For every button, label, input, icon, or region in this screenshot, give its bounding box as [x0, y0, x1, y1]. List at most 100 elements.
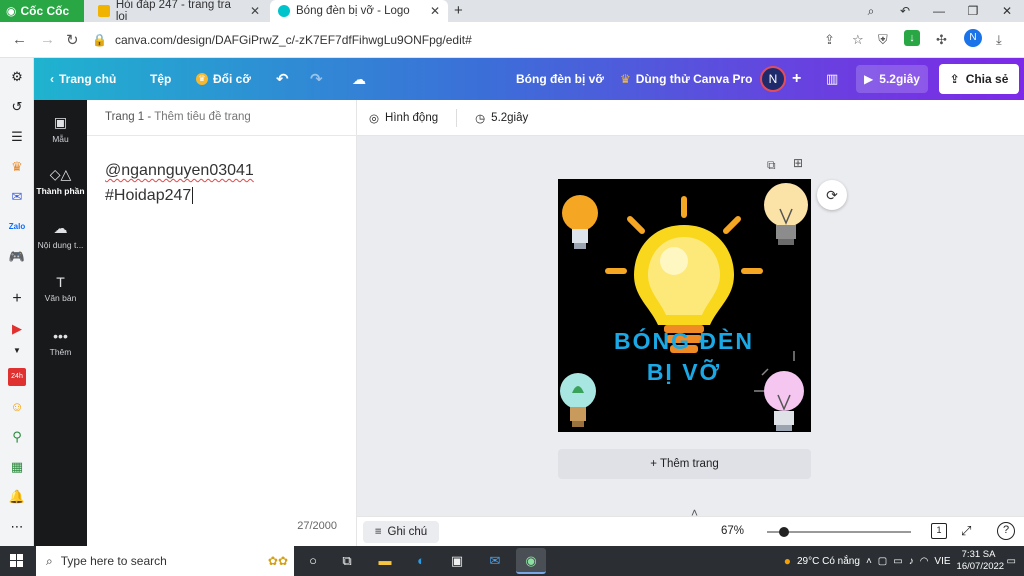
duration-button[interactable]: ◷ 5.2giây — [475, 111, 528, 125]
coccoc-taskbar-icon[interactable]: ◉ — [516, 548, 546, 574]
design-canvas[interactable]: BÓNG ĐÈN BỊ VỠ — [558, 179, 811, 432]
close-icon[interactable]: ✕ — [250, 4, 260, 18]
windows-start-icon[interactable] — [10, 554, 24, 568]
browser-logo[interactable]: ◉ Cốc Cốc — [0, 0, 84, 22]
design-title-line1[interactable]: BÓNG ĐÈN — [614, 327, 754, 354]
sticker-icon[interactable]: ☺ — [8, 398, 26, 416]
add-collaborator-icon[interactable]: + — [792, 58, 801, 100]
task-view-icon[interactable]: ⧉ — [338, 552, 356, 570]
news-247-icon[interactable]: 24h — [8, 368, 26, 386]
wifi-icon[interactable]: ◠ — [920, 556, 929, 567]
page-title-field[interactable]: Trang 1 - Thêm tiêu đề trang — [87, 100, 357, 136]
duplicate-page-icon[interactable]: ⧉ — [767, 158, 776, 173]
back-arrow-icon[interactable]: ← — [12, 31, 27, 48]
bookmark-star-icon[interactable]: ☆ — [852, 32, 864, 48]
help-question-icon[interactable]: ? — [997, 522, 1015, 540]
share-button[interactable]: ⇪ Chia sẻ — [939, 64, 1019, 94]
fullscreen-expand-icon[interactable]: ⤢ — [961, 523, 971, 539]
url-field[interactable]: 🔒 canva.com/design/DAFGiPrwZ_c/-zK7EF7df… — [92, 28, 812, 52]
add-page-button[interactable]: + Thêm trang — [558, 449, 811, 479]
notes-textarea[interactable]: @ngannguyen03041 #Hoidap247​ — [105, 158, 254, 208]
youtube-icon[interactable]: ▶ — [8, 320, 26, 338]
crown-icon[interactable]: ♛ — [8, 158, 26, 176]
reading-list-icon[interactable]: ☰ — [8, 128, 26, 146]
page-count-button[interactable]: 1 — [931, 523, 947, 539]
teal-bulb — [560, 373, 596, 427]
browser-sidebar: ⚙ ↺ ☰ ♛ ✉ Zalo 🎮 + ▶ ▼ 24h ☺ ⚲ ▦ 🔔 ⋯ — [0, 58, 34, 546]
store-bag-icon[interactable]: ▣ — [448, 552, 466, 570]
cortana-circle-icon[interactable]: ○ — [304, 552, 322, 570]
regenerate-icon[interactable]: ⟳ — [817, 180, 847, 210]
mail-icon[interactable]: ✉ — [486, 552, 504, 570]
zoom-percentage[interactable]: 67% — [721, 525, 744, 537]
close-icon[interactable]: ✕ — [430, 4, 440, 18]
try-canva-pro-button[interactable]: ♛ Dùng thử Canva Pro — [620, 58, 752, 100]
profile-avatar[interactable]: N — [964, 29, 982, 47]
extensions-puzzle-icon[interactable]: ✣ — [936, 32, 947, 48]
chevron-down-icon[interactable]: ▼ — [8, 342, 26, 360]
redo-icon[interactable]: ↷ — [310, 58, 323, 100]
home-button[interactable]: ‹ Trang chủ — [50, 58, 116, 100]
notes-toggle-button[interactable]: ≡ Ghi chú — [363, 521, 439, 543]
side-tab-text[interactable]: T Văn bản — [34, 274, 87, 303]
edge-browser-icon[interactable]: ◐ — [412, 552, 430, 570]
settings-gear-icon[interactable]: ⚙ — [8, 68, 26, 86]
notification-center-icon[interactable]: ▭ — [1007, 556, 1016, 567]
side-tab-templates[interactable]: ▣ Mẫu — [34, 114, 87, 144]
tray-chevron-up-icon[interactable]: ˄ — [866, 556, 872, 567]
undo-icon[interactable]: ↶ — [276, 58, 289, 100]
file-menu-button[interactable]: Tệp — [150, 58, 171, 100]
file-explorer-icon[interactable]: ▬ — [376, 552, 394, 570]
volume-icon[interactable]: ♪ — [909, 556, 914, 567]
tray-app-icon[interactable]: ▢ — [878, 556, 887, 567]
new-tab-icon[interactable]: + — [454, 2, 463, 19]
game-controller-icon[interactable]: 🎮 — [8, 248, 26, 266]
insights-chart-icon[interactable]: ▥ — [826, 58, 838, 100]
design-title-line2[interactable]: BỊ VỠ — [647, 358, 721, 385]
close-window-icon[interactable]: ✕ — [990, 0, 1024, 22]
more-options-icon[interactable]: ⋯ — [8, 518, 26, 536]
orange-bulb — [562, 195, 598, 249]
add-page-icon[interactable]: ⊞ — [793, 156, 803, 170]
tab-hoidap247[interactable]: Hỏi đáp 247 - trang tra loi ✕ — [90, 0, 268, 23]
share-page-icon[interactable]: ⇪ — [824, 32, 835, 48]
side-tab-uploads[interactable]: ☁ Nội dung t... — [34, 220, 87, 250]
weather-text[interactable]: 29°C Có nắng — [797, 556, 860, 567]
document-title[interactable]: Bóng đèn bị vỡ — [516, 58, 604, 100]
add-sidebar-item-icon[interactable]: + — [8, 290, 26, 308]
present-button[interactable]: ▶ 5.2giây — [856, 65, 928, 93]
hoidap-favicon-icon — [98, 5, 110, 17]
spreadsheet-icon[interactable]: ▦ — [8, 458, 26, 476]
user-avatar[interactable]: N — [760, 66, 786, 92]
reload-icon[interactable]: ↻ — [66, 31, 79, 49]
messenger-icon[interactable]: ✉ — [8, 188, 26, 206]
download-manager-icon[interactable]: ↓ — [904, 30, 920, 46]
downloads-icon[interactable]: ⤓ — [996, 32, 1002, 48]
side-tab-label: Văn bản — [44, 293, 77, 303]
animation-circle-icon: ◎ — [369, 112, 380, 125]
taskbar-search-input[interactable]: ⌕ Type here to search ✿✿ — [36, 546, 294, 576]
shield-icon[interactable]: ⛨ — [878, 32, 888, 48]
animate-button[interactable]: ◎ Hình động — [369, 111, 438, 125]
minimize-icon[interactable]: — — [922, 0, 956, 22]
network-icon[interactable]: ▭ — [893, 556, 902, 567]
zoom-slider-handle[interactable] — [779, 527, 790, 537]
maps-pin-icon[interactable]: ⚲ — [8, 428, 26, 446]
page-number-label: Trang 1 — [105, 111, 145, 123]
back-history-icon[interactable]: ↶ — [888, 0, 922, 22]
side-tab-elements[interactable]: ◇△ Thành phần — [34, 166, 87, 196]
taskbar-clock[interactable]: 7:31 SA 16/07/2022 — [957, 549, 1005, 573]
forward-arrow-icon[interactable]: → — [40, 31, 55, 48]
tab-search-icon[interactable]: ⌕ — [854, 0, 888, 22]
notification-bell-icon[interactable]: 🔔 — [8, 488, 26, 506]
restore-icon[interactable]: ❐ — [956, 0, 990, 22]
input-language[interactable]: VIE — [934, 556, 950, 567]
present-duration: 5.2giây — [879, 72, 920, 86]
history-icon[interactable]: ↺ — [8, 98, 26, 116]
zalo-icon[interactable]: Zalo — [8, 218, 26, 236]
cloud-saved-icon[interactable]: ☁ — [352, 58, 366, 100]
system-tray: ● 29°C Có nắng ˄ ▢ ▭ ♪ ◠ VIE 7:31 SA 16/… — [784, 546, 1024, 576]
tab-canva-design[interactable]: Bóng đèn bị vỡ - Logo ✕ — [270, 0, 448, 22]
side-tab-more[interactable]: ••• Thêm — [34, 328, 87, 357]
resize-button[interactable]: ♛ Đổi cỡ — [196, 58, 251, 100]
